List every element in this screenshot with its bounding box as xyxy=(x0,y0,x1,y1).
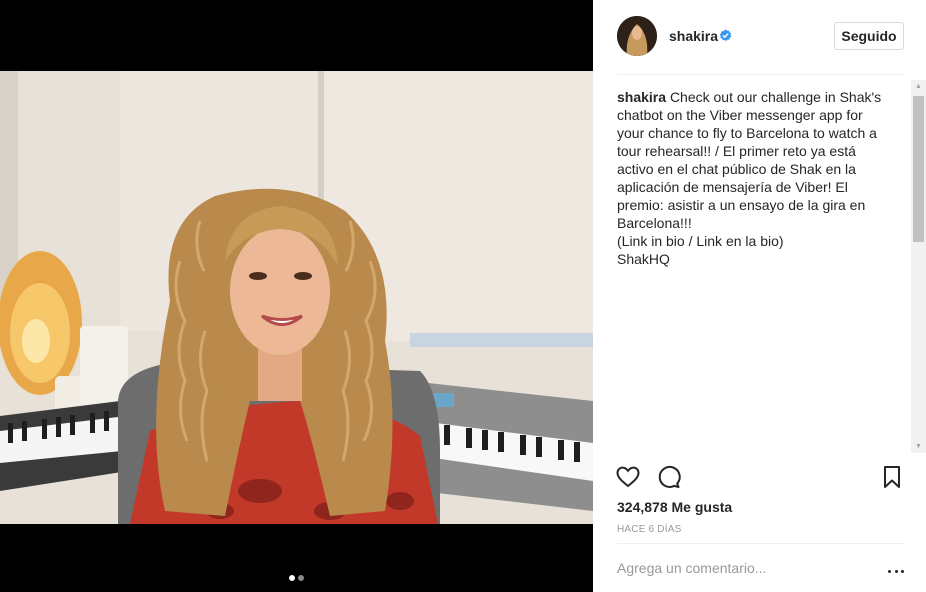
caption-line: Barcelona!!! xyxy=(617,215,692,231)
more-dot xyxy=(888,569,891,573)
carousel-dot-active xyxy=(289,575,295,581)
caption-username[interactable]: shakira xyxy=(617,89,666,105)
caption-line: chatbot on the Viber messenger app for xyxy=(617,107,863,123)
carousel-dot[interactable] xyxy=(298,575,304,581)
post-actions xyxy=(593,458,926,498)
scroll-down-arrow-icon[interactable]: ▼ xyxy=(911,440,926,453)
more-dot xyxy=(901,569,904,573)
bookmark-icon[interactable] xyxy=(879,464,905,490)
comments-area[interactable]: shakira Check out our challenge in Shak'… xyxy=(593,75,926,453)
post-timestamp[interactable]: HACE 6 DÍAS xyxy=(617,524,681,535)
caption-line: premio: asistir a un ensayo de la gira e… xyxy=(617,197,866,213)
following-button[interactable]: Seguido xyxy=(834,22,904,50)
caption-line: (Link in bio / Link en la bio) xyxy=(617,233,784,249)
more-dot xyxy=(894,569,898,573)
comments-scrollbar[interactable]: ▲ ▼ xyxy=(911,80,926,453)
avatar-image xyxy=(617,16,657,56)
username[interactable]: shakira xyxy=(669,28,718,44)
likes-count[interactable]: 324,878 Me gusta xyxy=(617,499,732,515)
caption-line: aplicación de mensajería de Viber! El xyxy=(617,179,848,195)
more-options-icon[interactable] xyxy=(888,563,904,579)
post-header: shakira Seguido xyxy=(593,0,926,74)
photo-illustration xyxy=(0,71,593,524)
post-sidebar: shakira Seguido shakira Check out our ch… xyxy=(593,0,926,592)
verified-badge-icon xyxy=(719,29,732,41)
avatar[interactable] xyxy=(617,16,657,56)
comment-divider xyxy=(617,543,904,544)
caption-line: shakira Check out our challenge in Shak'… xyxy=(617,88,887,106)
comment-input[interactable]: Agrega un comentario... xyxy=(617,560,867,576)
carousel-indicator xyxy=(0,575,593,581)
post-media[interactable] xyxy=(0,0,593,592)
caption-text: Check out our challenge in Shak's xyxy=(669,89,882,105)
caption-line: ShakHQ xyxy=(617,251,670,267)
caption-line: tour rehearsal!! / El primer reto ya est… xyxy=(617,143,856,159)
caption-line: your chance to fly to Barcelona to watch… xyxy=(617,125,877,141)
scroll-up-arrow-icon[interactable]: ▲ xyxy=(911,80,926,93)
post-photo[interactable] xyxy=(0,71,593,524)
comment-bubble-icon[interactable] xyxy=(656,464,682,490)
heart-icon[interactable] xyxy=(615,464,641,490)
instagram-post: shakira Seguido shakira Check out our ch… xyxy=(0,0,926,592)
scrollbar-thumb[interactable] xyxy=(913,96,924,242)
caption-line: activo en el chat público de Shak en la xyxy=(617,161,856,177)
post-caption: shakira Check out our challenge in Shak'… xyxy=(617,88,887,268)
